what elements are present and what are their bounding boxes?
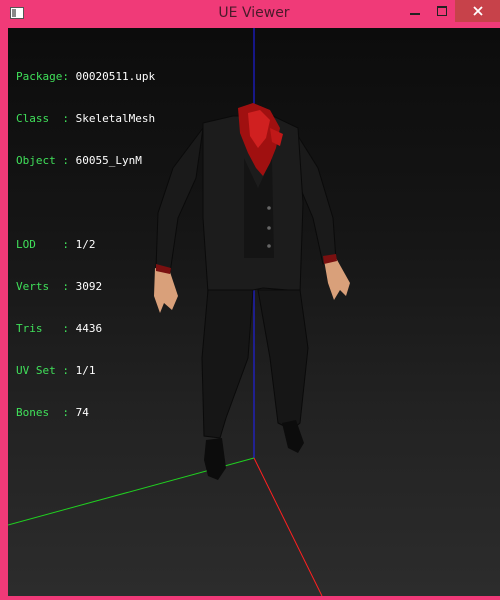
maximize-button[interactable] bbox=[428, 0, 455, 22]
info-label-package: Package: bbox=[16, 70, 69, 83]
info-label-tris: Tris : bbox=[16, 322, 69, 335]
info-label-uvset: UV Set : bbox=[16, 364, 69, 377]
info-label-verts: Verts : bbox=[16, 280, 69, 293]
close-button[interactable] bbox=[455, 0, 500, 22]
info-row-uvset: UV Set : 1/1 bbox=[16, 364, 155, 378]
maximize-icon bbox=[436, 6, 447, 16]
info-row-object: Object : 60055_LynM bbox=[16, 154, 155, 168]
info-value-class: SkeletalMesh bbox=[75, 112, 156, 125]
minimize-icon bbox=[409, 13, 420, 15]
close-icon bbox=[472, 6, 483, 16]
info-value-bones: 74 bbox=[75, 406, 89, 419]
info-row-package: Package: 00020511.upk bbox=[16, 70, 155, 84]
title-bar[interactable]: UE Viewer bbox=[4, 0, 500, 28]
info-label-lod: LOD : bbox=[16, 238, 69, 251]
info-value-verts: 3092 bbox=[75, 280, 103, 293]
info-row-class: Class : SkeletalMesh bbox=[16, 112, 155, 126]
mesh-info-overlay: Package: 00020511.upk Class : SkeletalMe… bbox=[16, 42, 155, 448]
info-label-object: Object : bbox=[16, 154, 69, 167]
info-value-package: 00020511.upk bbox=[75, 70, 156, 83]
info-value-tris: 4436 bbox=[75, 322, 103, 335]
info-value-object: 60055_LynM bbox=[75, 154, 142, 167]
info-label-bones: Bones : bbox=[16, 406, 69, 419]
info-row-bones: Bones : 74 bbox=[16, 406, 155, 420]
axis-x-line bbox=[253, 457, 323, 596]
info-row-lod: LOD : 1/2 bbox=[16, 238, 155, 252]
info-value-uvset: 1/1 bbox=[75, 364, 96, 377]
app-window: UE Viewer Package: 00020511.upk Class: … bbox=[0, 0, 500, 600]
info-label-class: Class : bbox=[16, 112, 69, 125]
info-row-verts: Verts : 3092 bbox=[16, 280, 155, 294]
3d-viewport[interactable]: Package: 00020511.upk Class : SkeletalMe… bbox=[8, 28, 500, 596]
character-model bbox=[154, 103, 350, 480]
minimize-button[interactable] bbox=[401, 0, 428, 22]
info-row-tris: Tris : 4436 bbox=[16, 322, 155, 336]
info-value-lod: 1/2 bbox=[75, 238, 96, 251]
